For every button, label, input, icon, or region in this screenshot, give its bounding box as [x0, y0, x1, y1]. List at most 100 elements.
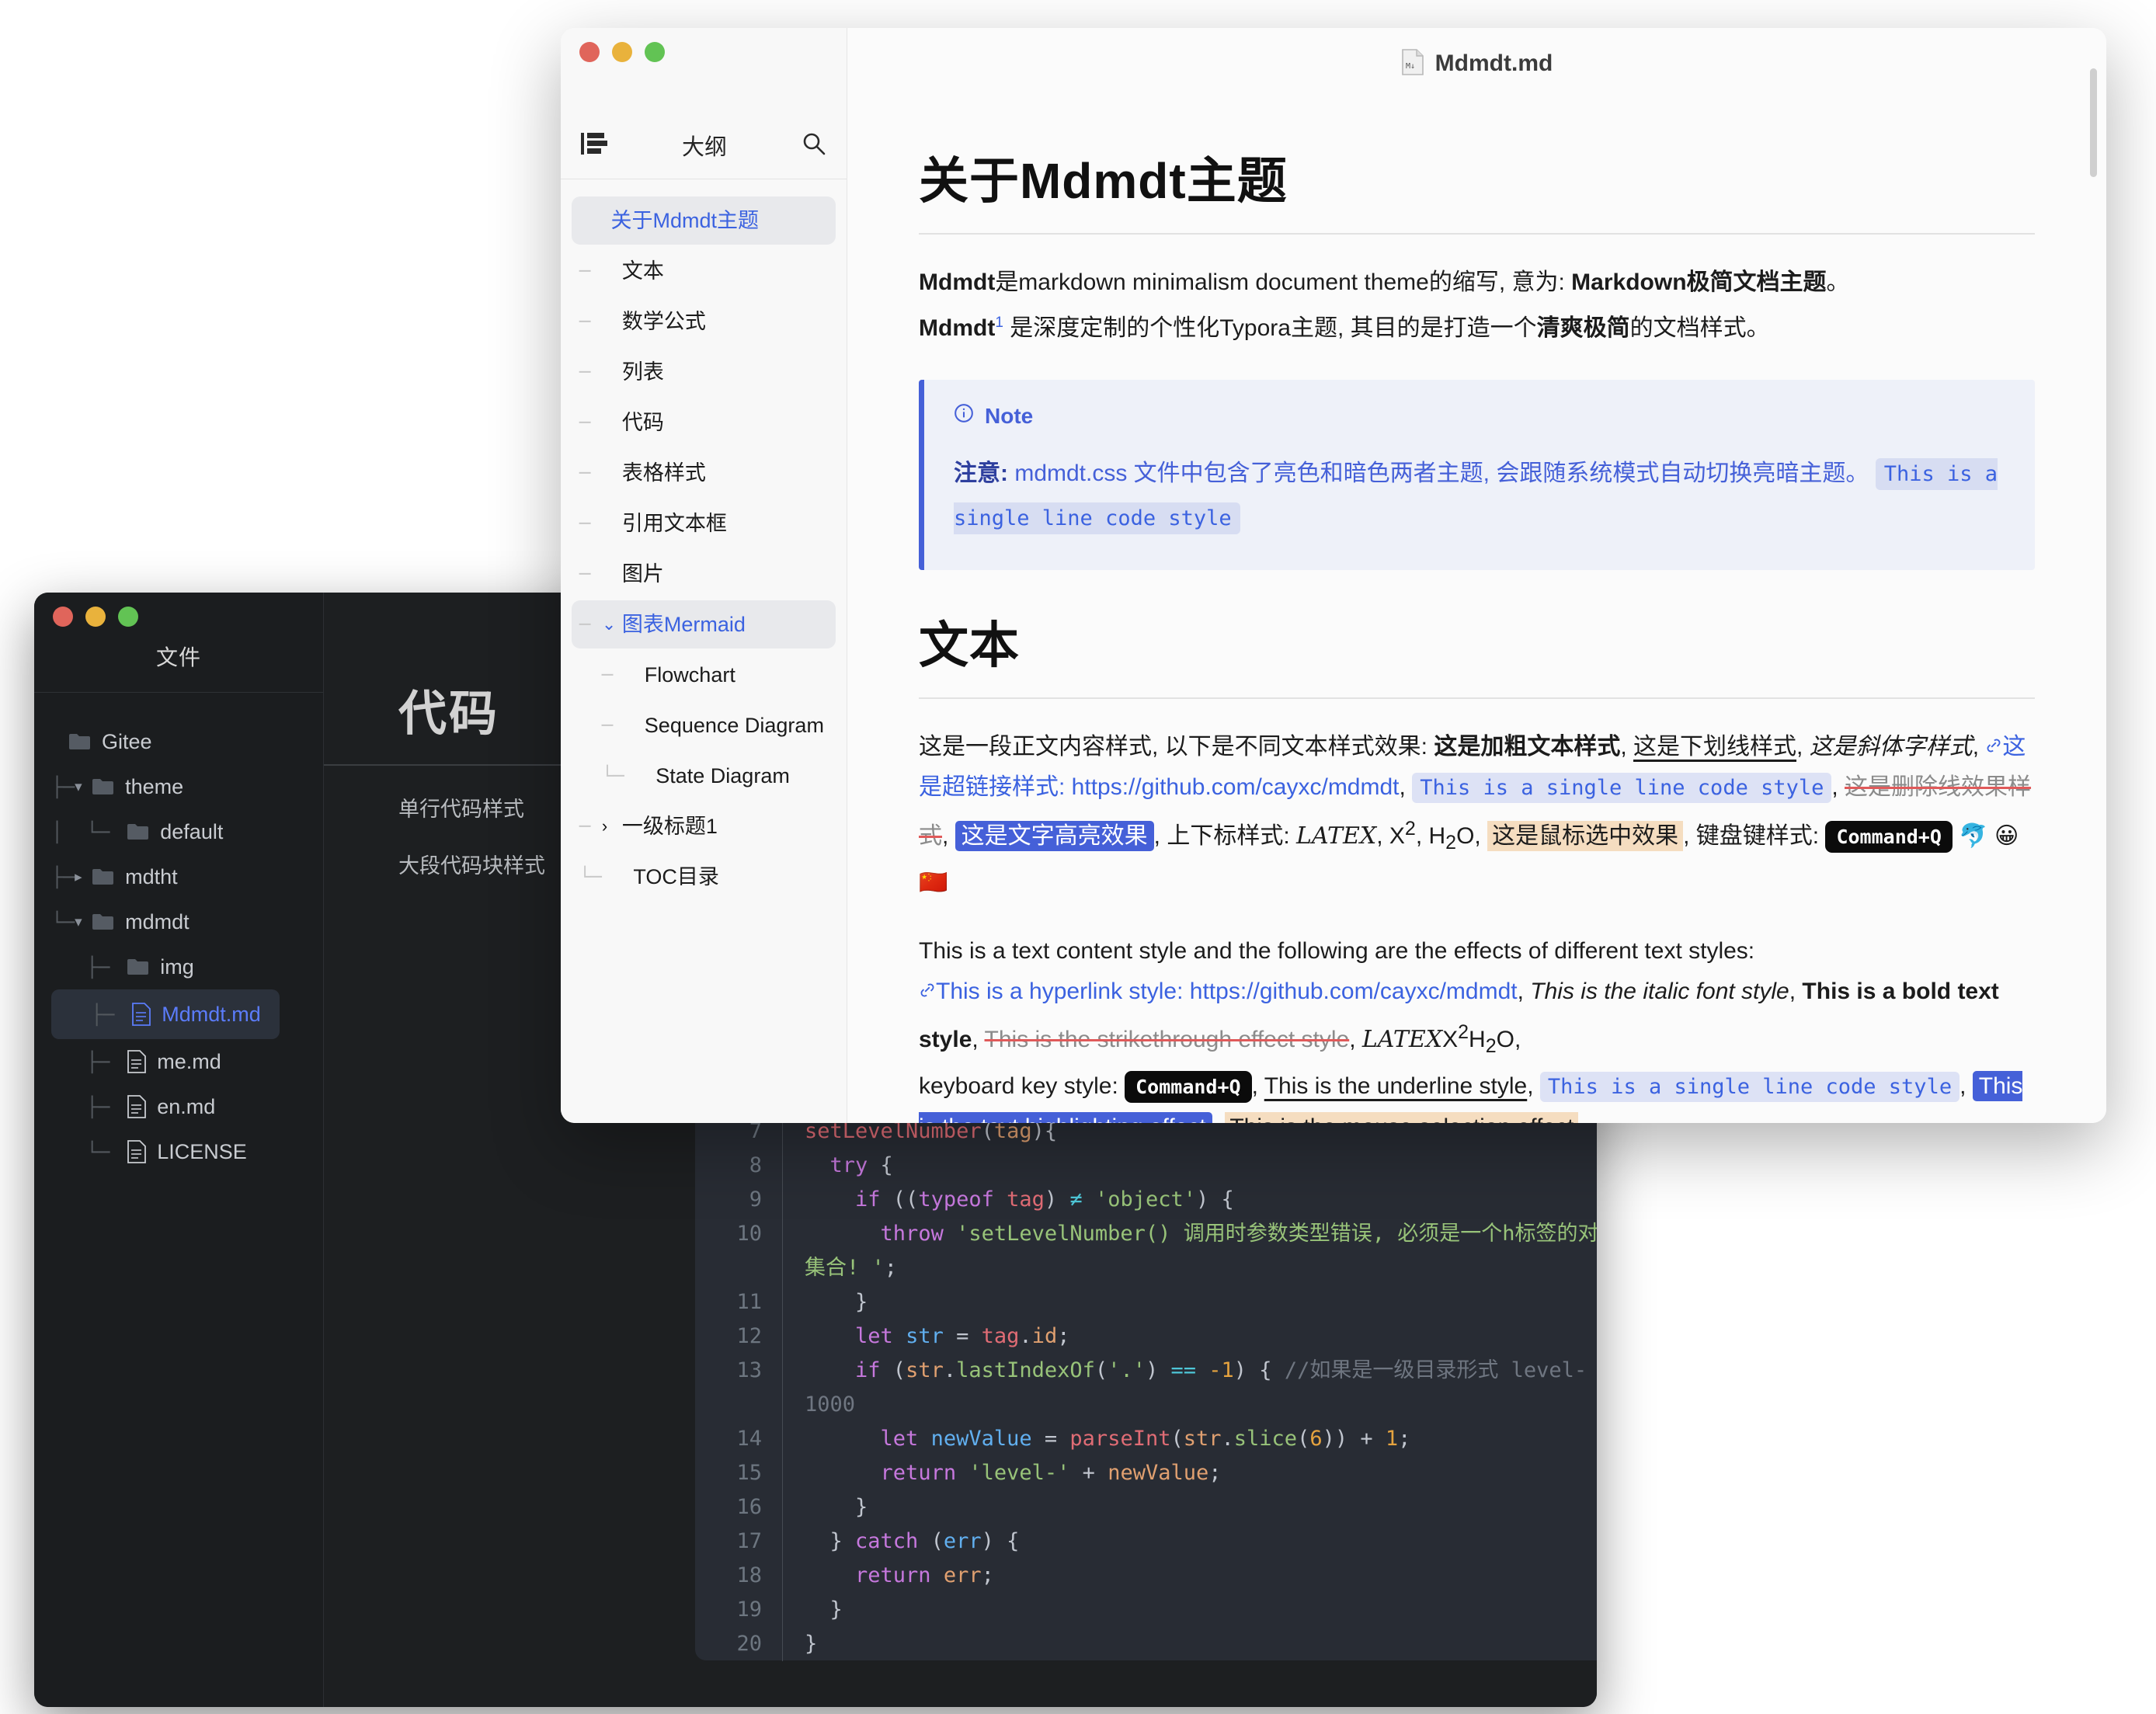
code-token: } [805, 1632, 817, 1656]
intro-l2-a: Mdmdt [919, 315, 995, 341]
chevron-right-icon[interactable]: › [602, 811, 622, 842]
file-tree-folder[interactable]: └─▾mdmdt [51, 899, 323, 944]
file-tree-folder[interactable]: ├─▾theme [51, 764, 323, 809]
code-line-number: 12 [695, 1319, 782, 1354]
outline-item-9[interactable]: ─ Flowchart [572, 651, 836, 699]
tree-caret-icon[interactable]: ▾ [75, 913, 92, 931]
file-tree-file[interactable]: ├─en.md [51, 1084, 323, 1129]
file-tree-folder[interactable]: │ └─default [51, 809, 323, 854]
outline-item-12[interactable]: ─ ›一级标题1 [572, 802, 836, 850]
outline-guide: ─ [579, 306, 602, 337]
page-title: 关于Mdmdt主题 [919, 141, 2035, 213]
tree-caret-icon[interactable]: ▸ [75, 868, 92, 886]
outline-item-label: Flowchart [645, 659, 828, 690]
file-panel-title: 文件 [34, 627, 323, 692]
file-tree-folder[interactable]: ├─img [51, 944, 323, 989]
code-line-content[interactable]: } catch (err) { [782, 1525, 1019, 1559]
code-token: tag [982, 1324, 1020, 1348]
code-line-content[interactable]: if (str.lastIndexOf('.') == -1) { //如果是一… [782, 1354, 1597, 1422]
minimize-button-dark[interactable] [85, 607, 106, 627]
file-tree[interactable]: Gitee├─▾theme│ └─default├─▸mdtht└─▾mdmdt… [34, 693, 323, 1174]
code-token: (( [881, 1187, 919, 1212]
code-token: ; [1208, 1461, 1221, 1485]
cn-sub-h: H [1429, 823, 1446, 849]
window-controls-dark[interactable] [34, 593, 323, 627]
zoom-button[interactable] [645, 42, 665, 62]
code-line-content[interactable]: } [782, 1593, 843, 1627]
markdown-file-icon: M↓ [1401, 49, 1424, 79]
outline-guide: ─ [579, 659, 624, 690]
tree-guide: ├─ [51, 1096, 110, 1118]
code-line-content[interactable]: return err; [782, 1559, 994, 1593]
outline-item-1[interactable]: ─ 文本 [572, 247, 836, 295]
outline-sidebar: 大纲 关于Mdmdt主题─ 文本─ 数学公式─ 列表─ 代码─ 表格样式─ 引用… [561, 28, 847, 1123]
en-link[interactable]: This is a hyperlink style: https://githu… [936, 979, 1518, 1004]
code-line-content[interactable]: } [782, 1490, 868, 1525]
file-tree-file[interactable]: ├─Mdmdt.md [51, 989, 280, 1039]
code-token [805, 1187, 855, 1212]
footnote-ref[interactable]: 1 [995, 315, 1003, 331]
document-body: 关于Mdmdt主题 Mdmdt是markdown minimalism docu… [847, 99, 2106, 1123]
file-tree-file[interactable]: └─LICENSE [51, 1129, 323, 1174]
outline-item-10[interactable]: ─ Sequence Diagram [572, 701, 836, 749]
code-line-number: 13 [695, 1354, 782, 1422]
document-scrollbar[interactable] [2090, 68, 2097, 177]
outline-list[interactable]: 关于Mdmdt主题─ 文本─ 数学公式─ 列表─ 代码─ 表格样式─ 引用文本框… [561, 179, 847, 903]
intro-l2-d: 的文档样式。 [1630, 315, 1770, 341]
code-line-content[interactable]: } [782, 1627, 817, 1661]
file-tree-file[interactable]: ├─me.md [51, 1039, 323, 1084]
code-token: = [1032, 1427, 1070, 1451]
window-controls-light[interactable] [561, 28, 847, 62]
code-token: ( [881, 1358, 906, 1382]
code-token: if [855, 1358, 881, 1382]
intro-l1-a: Mdmdt [919, 269, 995, 295]
chevron-down-icon[interactable]: ⌄ [602, 609, 622, 640]
code-line-content[interactable]: if ((typeof tag) ≠ 'object') { [782, 1183, 1234, 1217]
outline-guide: ─ [579, 811, 602, 842]
zoom-button-dark[interactable] [118, 607, 138, 627]
outline-item-5[interactable]: ─ 表格样式 [572, 449, 836, 497]
outline-item-2[interactable]: ─ 数学公式 [572, 297, 836, 346]
note-label: 注意: [954, 461, 1014, 486]
code-line-content[interactable]: throw 'setLevelNumber() 调用时参数类型错误, 必须是一个… [782, 1217, 1597, 1285]
search-icon[interactable] [802, 131, 826, 160]
minimize-button[interactable] [612, 42, 632, 62]
code-line-content[interactable]: let newValue = parseInt(str.slice(6)) + … [782, 1422, 1410, 1456]
outline-guide: ─ [579, 356, 602, 388]
code-line-number: 15 [695, 1456, 782, 1490]
close-button-dark[interactable] [53, 607, 73, 627]
outline-item-11[interactable]: └─ State Diagram [572, 752, 836, 800]
en-sep2: , [1789, 979, 1803, 1004]
close-button[interactable] [579, 42, 600, 62]
outline-item-0[interactable]: 关于Mdmdt主题 [572, 196, 836, 245]
tree-caret-icon[interactable]: ▾ [75, 778, 92, 796]
code-line-content[interactable]: let str = tag.id; [782, 1319, 1069, 1354]
outline-item-3[interactable]: ─ 列表 [572, 348, 836, 396]
cn-sep9: , [1683, 823, 1696, 849]
cn-sep1: , [1620, 734, 1633, 760]
outline-item-6[interactable]: ─ 引用文本框 [572, 499, 836, 548]
code-line: 11 } [695, 1285, 1597, 1319]
typora-window: 大纲 关于Mdmdt主题─ 文本─ 数学公式─ 列表─ 代码─ 表格样式─ 引用… [561, 28, 2106, 1123]
code-line-content[interactable]: } [782, 1285, 868, 1319]
outline-icon[interactable] [581, 131, 607, 160]
section-heading-text: 文本 [919, 606, 2035, 677]
outline-item-13[interactable]: └─ TOC目录 [572, 853, 836, 901]
intro-l1-c: Markdown极简文档主题 [1571, 269, 1826, 295]
cn-italic: 这是斜体字样式 [1810, 734, 1973, 760]
en-sep6: , [1252, 1073, 1264, 1099]
code-line-content[interactable]: try { [782, 1149, 893, 1183]
tree-guide: └─ [51, 911, 75, 933]
outline-item-8[interactable]: ─ ⌄图表Mermaid [572, 600, 836, 648]
file-tree-folder[interactable]: Gitee [51, 719, 323, 764]
tree-guide: ├─ [51, 866, 75, 888]
outline-item-7[interactable]: ─ 图片 [572, 550, 836, 598]
code-line-content[interactable]: return 'level-' + newValue; [782, 1456, 1222, 1490]
code-token [956, 1461, 968, 1485]
file-tree-folder[interactable]: ├─▸mdtht [51, 854, 323, 899]
code-line: 15 return 'level-' + newValue; [695, 1456, 1597, 1490]
folder-icon [92, 913, 115, 931]
outline-item-4[interactable]: ─ 代码 [572, 398, 836, 447]
code-token: 1 [1386, 1427, 1398, 1451]
code-token: -1 [1208, 1358, 1234, 1382]
